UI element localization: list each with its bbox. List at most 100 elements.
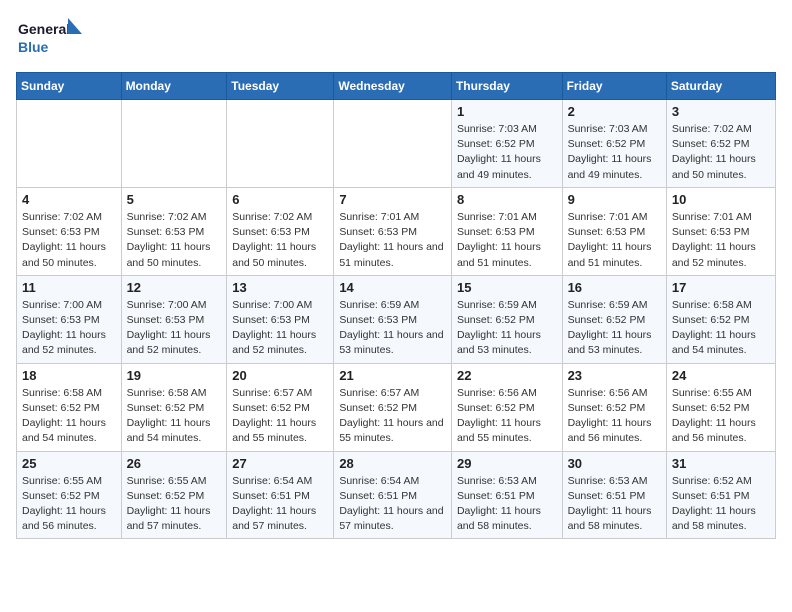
day-number: 24 <box>672 368 770 383</box>
day-number: 19 <box>127 368 222 383</box>
day-info: Sunrise: 7:02 AMSunset: 6:52 PMDaylight:… <box>672 122 770 183</box>
day-info: Sunrise: 6:58 AMSunset: 6:52 PMDaylight:… <box>672 298 770 359</box>
calendar-cell: 5Sunrise: 7:02 AMSunset: 6:53 PMDaylight… <box>121 187 227 275</box>
day-info: Sunrise: 7:01 AMSunset: 6:53 PMDaylight:… <box>339 210 446 271</box>
day-number: 7 <box>339 192 446 207</box>
day-info: Sunrise: 6:58 AMSunset: 6:52 PMDaylight:… <box>127 386 222 447</box>
calendar-cell: 8 Sunrise: 7:01 AMSunset: 6:53 PMDaylight… <box>451 187 562 275</box>
calendar-cell <box>334 100 452 188</box>
calendar-cell: 19 Sunrise: 6:58 AMSunset: 6:52 PMDayligh… <box>121 363 227 451</box>
day-info: Sunrise: 6:53 AMSunset: 6:51 PMDaylight:… <box>457 474 557 535</box>
day-number: 9 <box>568 192 661 207</box>
day-info: Sunrise: 6:53 AMSunset: 6:51 PMDaylight:… <box>568 474 661 535</box>
calendar-cell: 26Sunrise: 6:55 AMSunset: 6:52 PMDayligh… <box>121 451 227 539</box>
day-number: 3 <box>672 104 770 119</box>
day-info: Sunrise: 7:03 AMSunset: 6:52 PMDaylight:… <box>457 122 557 183</box>
day-number: 1 <box>457 104 557 119</box>
day-number: 29 <box>457 456 557 471</box>
calendar-cell: 7 Sunrise: 7:01 AMSunset: 6:53 PMDaylight… <box>334 187 452 275</box>
day-info: Sunrise: 7:01 AMSunset: 6:53 PMDaylight:… <box>568 210 661 271</box>
day-info: Sunrise: 6:59 AMSunset: 6:52 PMDaylight:… <box>568 298 661 359</box>
day-number: 25 <box>22 456 116 471</box>
calendar-cell: 30 Sunrise: 6:53 AMSunset: 6:51 PMDayligh… <box>562 451 666 539</box>
calendar-cell: 14 Sunrise: 6:59 AMSunset: 6:53 PMDayligh… <box>334 275 452 363</box>
day-info: Sunrise: 7:00 AMSunset: 6:53 PMDaylight:… <box>22 298 116 359</box>
calendar-cell: 23 Sunrise: 6:56 AMSunset: 6:52 PMDayligh… <box>562 363 666 451</box>
calendar-cell <box>17 100 122 188</box>
day-info: Sunrise: 6:52 AMSunset: 6:51 PMDaylight:… <box>672 474 770 535</box>
calendar-cell: 4 Sunrise: 7:02 AMSunset: 6:53 PMDaylight… <box>17 187 122 275</box>
calendar-table: SundayMondayTuesdayWednesdayThursdayFrid… <box>16 72 776 539</box>
day-number: 17 <box>672 280 770 295</box>
calendar-cell: 9 Sunrise: 7:01 AMSunset: 6:53 PMDaylight… <box>562 187 666 275</box>
calendar-cell: 24Sunrise: 6:55 AMSunset: 6:52 PMDayligh… <box>666 363 775 451</box>
col-header-saturday: Saturday <box>666 73 775 100</box>
day-info: Sunrise: 7:02 AMSunset: 6:53 PMDaylight:… <box>232 210 328 271</box>
day-info: Sunrise: 7:02 AMSunset: 6:53 PMDaylight:… <box>22 210 116 271</box>
day-info: Sunrise: 6:58 AMSunset: 6:52 PMDaylight:… <box>22 386 116 447</box>
day-number: 22 <box>457 368 557 383</box>
day-info: Sunrise: 6:56 AMSunset: 6:52 PMDaylight:… <box>568 386 661 447</box>
day-number: 20 <box>232 368 328 383</box>
calendar-cell: 1 Sunrise: 7:03 AMSunset: 6:52 PMDaylight… <box>451 100 562 188</box>
day-number: 21 <box>339 368 446 383</box>
calendar-cell: 27Sunrise: 6:54 AMSunset: 6:51 PMDayligh… <box>227 451 334 539</box>
day-number: 4 <box>22 192 116 207</box>
day-info: Sunrise: 7:02 AMSunset: 6:53 PMDaylight:… <box>127 210 222 271</box>
day-number: 8 <box>457 192 557 207</box>
calendar-cell: 25 Sunrise: 6:55 AMSunset: 6:52 PMDayligh… <box>17 451 122 539</box>
day-info: Sunrise: 7:01 AMSunset: 6:53 PMDaylight:… <box>672 210 770 271</box>
svg-text:General: General <box>18 21 70 37</box>
calendar-week-row: 1 Sunrise: 7:03 AMSunset: 6:52 PMDaylight… <box>17 100 776 188</box>
calendar-cell: 22 Sunrise: 6:56 AMSunset: 6:52 PMDayligh… <box>451 363 562 451</box>
col-header-monday: Monday <box>121 73 227 100</box>
calendar-cell: 10 Sunrise: 7:01 AMSunset: 6:53 PMDayligh… <box>666 187 775 275</box>
day-number: 11 <box>22 280 116 295</box>
calendar-cell: 6Sunrise: 7:02 AMSunset: 6:53 PMDaylight… <box>227 187 334 275</box>
day-number: 15 <box>457 280 557 295</box>
day-info: Sunrise: 7:03 AMSunset: 6:52 PMDaylight:… <box>568 122 661 183</box>
day-info: Sunrise: 6:59 AMSunset: 6:52 PMDaylight:… <box>457 298 557 359</box>
calendar-week-row: 18Sunrise: 6:58 AMSunset: 6:52 PMDayligh… <box>17 363 776 451</box>
day-info: Sunrise: 7:01 AMSunset: 6:53 PMDaylight:… <box>457 210 557 271</box>
day-number: 23 <box>568 368 661 383</box>
logo-svg: GeneralBlue <box>16 16 86 60</box>
day-info: Sunrise: 7:00 AMSunset: 6:53 PMDaylight:… <box>127 298 222 359</box>
day-number: 12 <box>127 280 222 295</box>
day-info: Sunrise: 6:54 AMSunset: 6:51 PMDaylight:… <box>339 474 446 535</box>
day-number: 14 <box>339 280 446 295</box>
day-number: 27 <box>232 456 328 471</box>
day-info: Sunrise: 6:59 AMSunset: 6:53 PMDaylight:… <box>339 298 446 359</box>
calendar-cell: 11 Sunrise: 7:00 AMSunset: 6:53 PMDayligh… <box>17 275 122 363</box>
calendar-week-row: 25 Sunrise: 6:55 AMSunset: 6:52 PMDayligh… <box>17 451 776 539</box>
calendar-cell <box>121 100 227 188</box>
calendar-cell: 21 Sunrise: 6:57 AMSunset: 6:52 PMDayligh… <box>334 363 452 451</box>
calendar-header-row: SundayMondayTuesdayWednesdayThursdayFrid… <box>17 73 776 100</box>
day-info: Sunrise: 6:55 AMSunset: 6:52 PMDaylight:… <box>22 474 116 535</box>
calendar-week-row: 11 Sunrise: 7:00 AMSunset: 6:53 PMDayligh… <box>17 275 776 363</box>
col-header-thursday: Thursday <box>451 73 562 100</box>
calendar-cell: 16 Sunrise: 6:59 AMSunset: 6:52 PMDayligh… <box>562 275 666 363</box>
day-number: 28 <box>339 456 446 471</box>
calendar-cell: 12 Sunrise: 7:00 AMSunset: 6:53 PMDayligh… <box>121 275 227 363</box>
page-header: GeneralBlue <box>16 16 776 60</box>
day-info: Sunrise: 6:57 AMSunset: 6:52 PMDaylight:… <box>339 386 446 447</box>
day-number: 30 <box>568 456 661 471</box>
calendar-cell: 15 Sunrise: 6:59 AMSunset: 6:52 PMDayligh… <box>451 275 562 363</box>
day-info: Sunrise: 6:56 AMSunset: 6:52 PMDaylight:… <box>457 386 557 447</box>
day-number: 10 <box>672 192 770 207</box>
col-header-friday: Friday <box>562 73 666 100</box>
col-header-wednesday: Wednesday <box>334 73 452 100</box>
logo: GeneralBlue <box>16 16 86 60</box>
col-header-sunday: Sunday <box>17 73 122 100</box>
day-info: Sunrise: 6:55 AMSunset: 6:52 PMDaylight:… <box>127 474 222 535</box>
day-info: Sunrise: 7:00 AMSunset: 6:53 PMDaylight:… <box>232 298 328 359</box>
calendar-cell: 2Sunrise: 7:03 AMSunset: 6:52 PMDaylight… <box>562 100 666 188</box>
calendar-cell: 20Sunrise: 6:57 AMSunset: 6:52 PMDayligh… <box>227 363 334 451</box>
calendar-cell: 29 Sunrise: 6:53 AMSunset: 6:51 PMDayligh… <box>451 451 562 539</box>
calendar-cell: 17 Sunrise: 6:58 AMSunset: 6:52 PMDayligh… <box>666 275 775 363</box>
calendar-cell: 31Sunrise: 6:52 AMSunset: 6:51 PMDayligh… <box>666 451 775 539</box>
day-number: 16 <box>568 280 661 295</box>
calendar-cell: 18Sunrise: 6:58 AMSunset: 6:52 PMDayligh… <box>17 363 122 451</box>
col-header-tuesday: Tuesday <box>227 73 334 100</box>
